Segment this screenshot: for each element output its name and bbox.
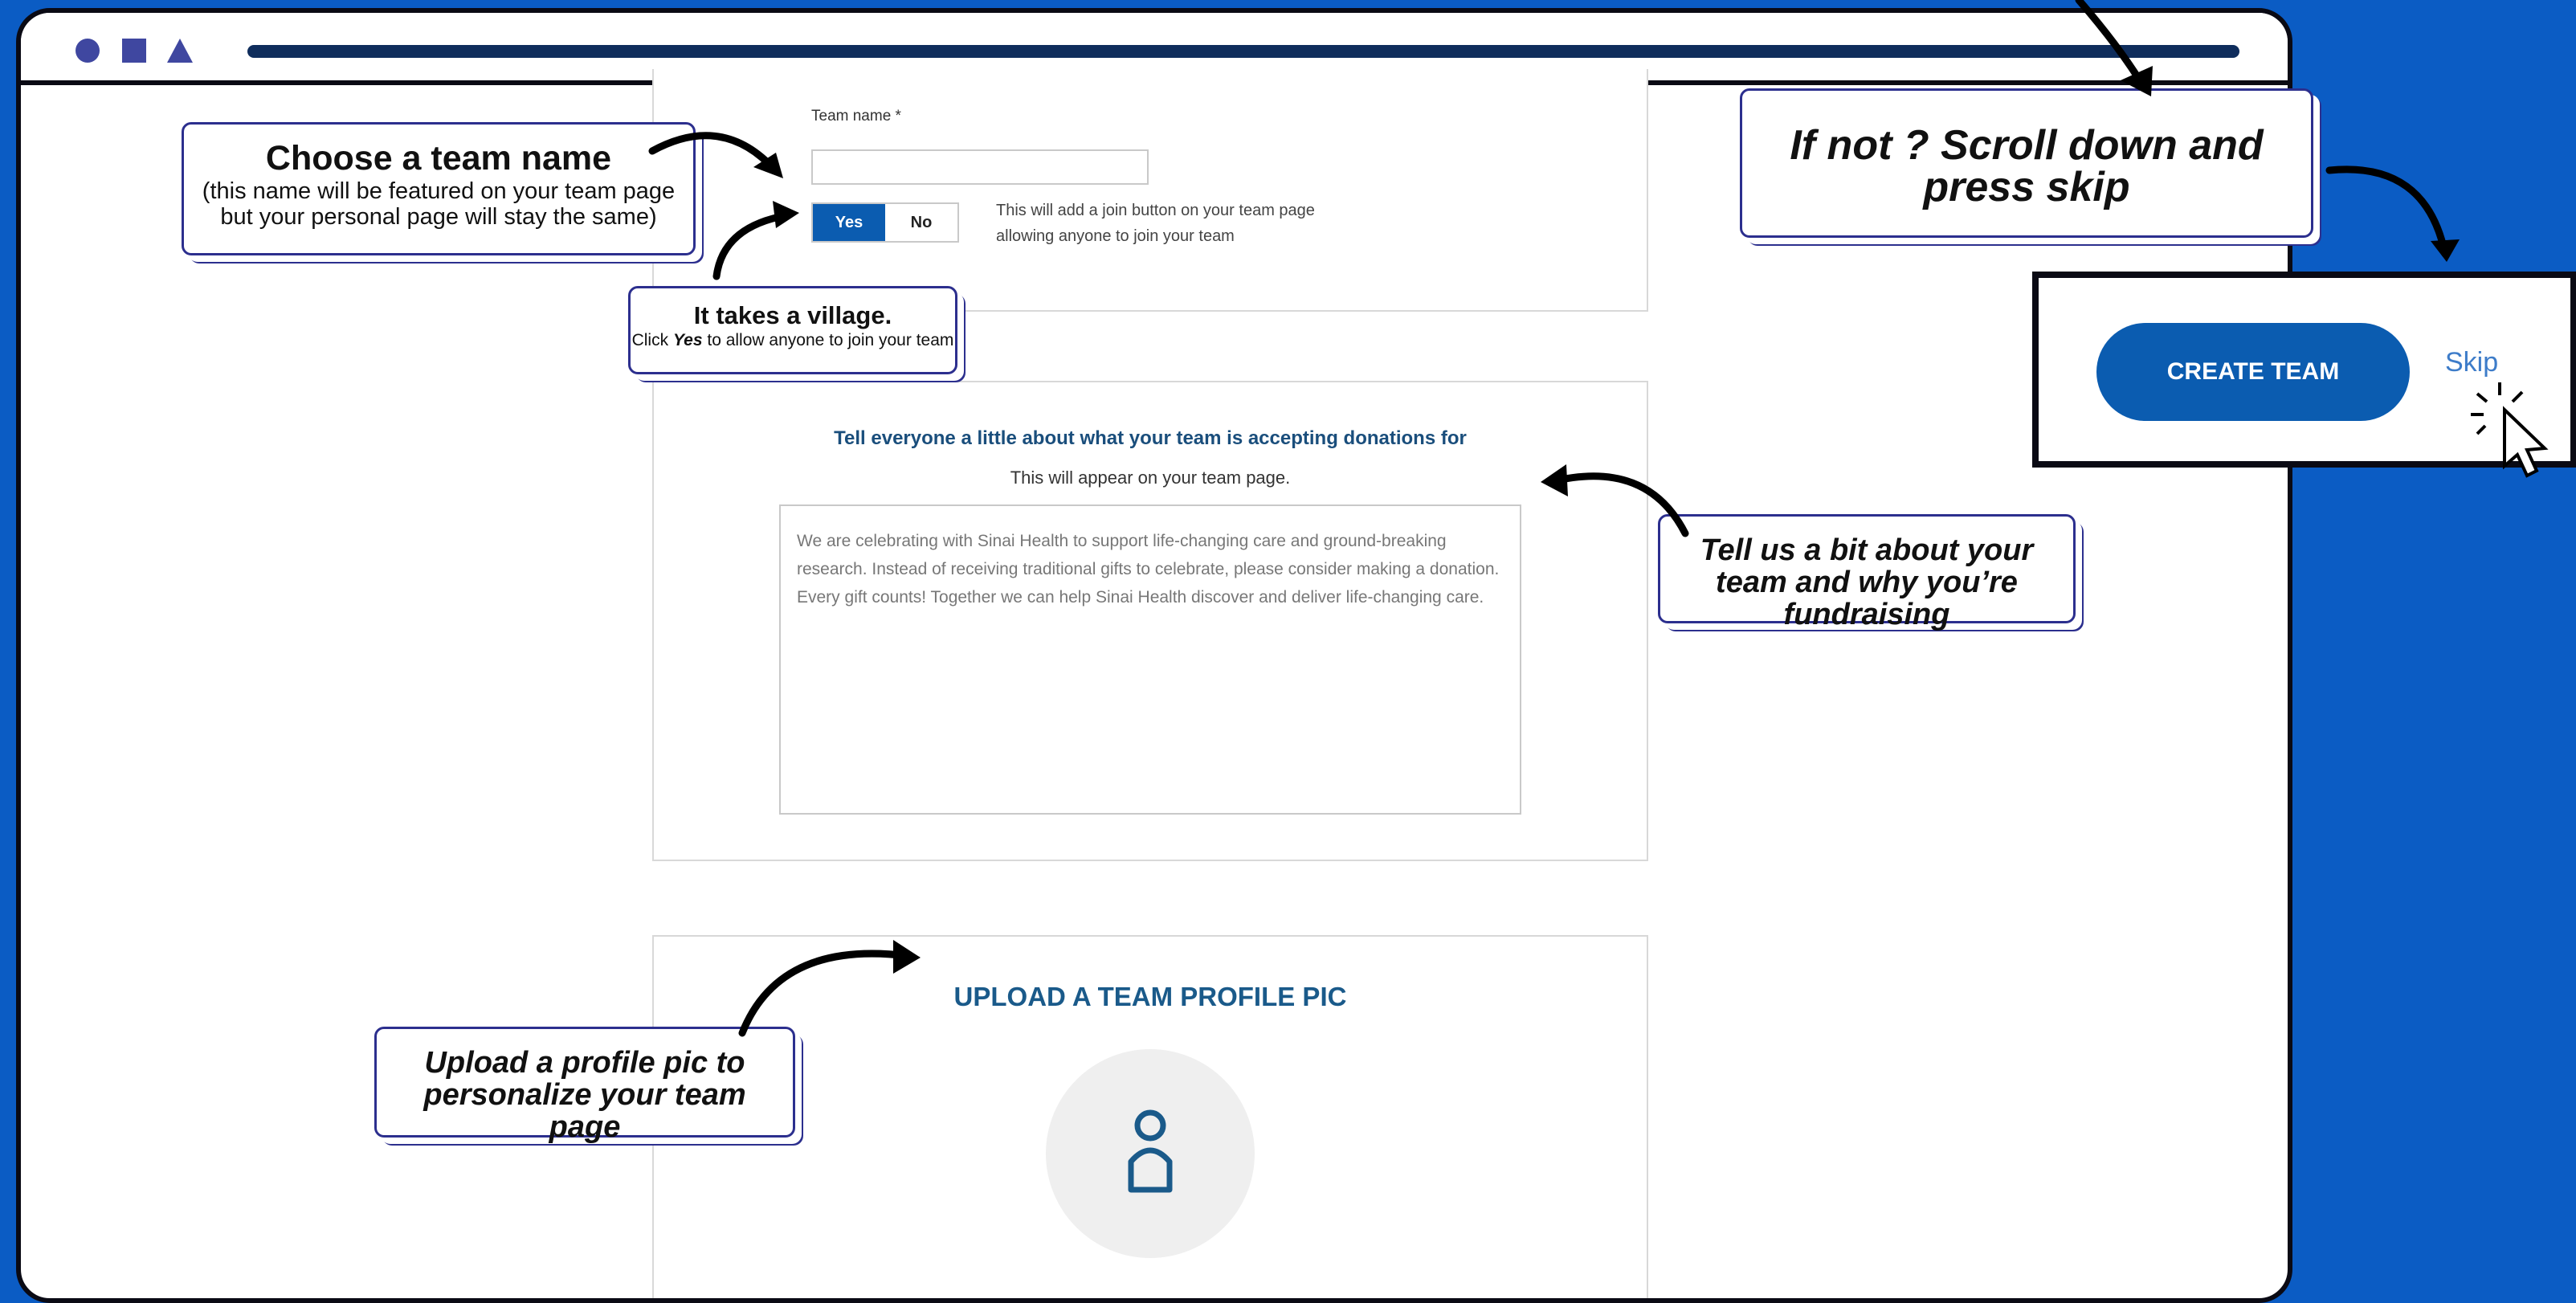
callout-team-name-title: Choose a team name [265,139,612,178]
callout-team-name-body: (this name will be featured on your team… [202,178,676,230]
window-square-icon [122,39,146,63]
user-icon [1128,1109,1173,1193]
donations-heading: Tell everyone a little about what your t… [834,427,1467,449]
arrow-icon [2431,239,2460,262]
callout-village-body-post: to allow anyone to join your team [702,331,954,349]
address-bar[interactable] [247,45,2239,58]
join-yes-button[interactable]: Yes [813,204,885,241]
callout-village: It takes a village. Click Yes to allow a… [628,286,957,374]
callout-team-name: Choose a team name (this name will be fe… [182,122,696,255]
callout-upload-pic: Upload a profile pic to personalize your… [374,1027,795,1143]
donations-subheading: This will appear on your team page. [1010,468,1291,488]
actions-zoom-box: CREATE TEAM Skip [2032,272,2576,468]
window-circle-icon [76,39,100,63]
team-name-card: Team name * Yes No This will add a join … [652,69,1648,312]
arrow-icon [2325,165,2449,258]
join-no-button[interactable]: No [885,204,957,241]
join-toggle: Yes No [811,202,959,243]
team-name-label: Team name * [811,108,901,125]
callout-upload-pic-text: Upload a profile pic to personalize your… [423,1046,746,1144]
skip-link[interactable]: Skip [2445,347,2498,378]
join-hint-text: This will add a join button on your team… [996,202,1315,245]
callout-village-body-em: Yes [672,331,703,349]
callout-scroll-skip: If not ? Scroll down and press skip [1740,88,2313,238]
profile-pic-upload[interactable] [1046,1049,1255,1258]
callout-about-team-text: Tell us a bit about your team and why yo… [1700,533,2034,631]
upload-heading: UPLOAD A TEAM PROFILE PIC [953,982,1347,1011]
team-name-input[interactable] [811,149,1149,185]
callout-about-team: Tell us a bit about your team and why yo… [1658,514,2076,631]
callout-scroll-skip-text: If not ? Scroll down and press skip [1790,122,2264,210]
create-team-button[interactable]: CREATE TEAM [2096,323,2410,421]
upload-card: UPLOAD A TEAM PROFILE PIC [652,935,1648,1298]
callout-village-title: It takes a village. [693,301,892,329]
callout-village-body-pre: Click [631,331,673,349]
donations-card: Tell everyone a little about what your t… [652,381,1648,861]
window-triangle-icon [167,39,193,63]
callout-village-body: Click Yes to allow anyone to join your t… [631,330,955,351]
donations-textarea[interactable]: We are celebrating with Sinai Health to … [779,504,1521,815]
